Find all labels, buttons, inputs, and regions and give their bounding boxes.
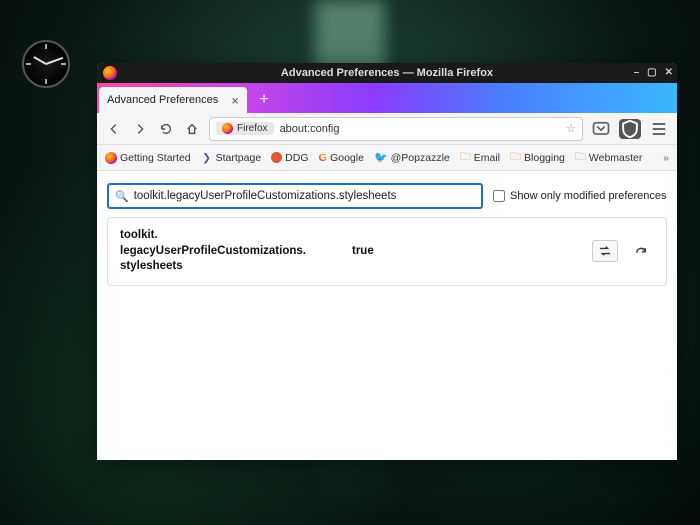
- identity-badge[interactable]: Firefox: [216, 122, 274, 135]
- maximize-button[interactable]: ▢: [647, 68, 656, 78]
- tab-close-icon[interactable]: ×: [231, 93, 239, 108]
- bookmark-webmaster[interactable]: 🗀Webmaster: [575, 148, 643, 167]
- search-icon: 🔍: [115, 190, 129, 203]
- close-button[interactable]: ✕: [665, 68, 673, 78]
- bookmarks-toolbar: Getting Started ❯Startpage DDG GGoogle 🐦…: [97, 145, 677, 171]
- tab-bar: Advanced Preferences × +: [97, 83, 677, 113]
- browser-tab-active[interactable]: Advanced Preferences ×: [99, 87, 247, 113]
- pref-result-row: toolkit. legacyUserProfileCustomizations…: [107, 217, 667, 286]
- bookmark-ddg[interactable]: DDG: [271, 152, 308, 164]
- twitter-icon: 🐦: [374, 151, 388, 164]
- window-titlebar[interactable]: Advanced Preferences — Mozilla Firefox –…: [97, 63, 677, 83]
- show-modified-checkbox[interactable]: [493, 190, 505, 202]
- bookmark-star-icon[interactable]: ☆: [566, 122, 576, 135]
- bookmark-startpage[interactable]: ❯Startpage: [201, 152, 262, 164]
- bookmark-popzazzle[interactable]: 🐦@Popzazzle: [374, 151, 450, 164]
- about-config-content: 🔍 Show only modified preferences toolkit…: [97, 171, 677, 298]
- forward-button[interactable]: [131, 120, 149, 138]
- pref-actions: [592, 240, 654, 262]
- firefox-icon: [222, 123, 233, 134]
- bookmark-getting-started[interactable]: Getting Started: [105, 152, 191, 164]
- toggle-button[interactable]: [592, 240, 618, 262]
- desktop-clock-widget[interactable]: [22, 40, 70, 88]
- home-button[interactable]: [183, 120, 201, 138]
- minimize-button[interactable]: –: [634, 68, 640, 78]
- firefox-logo-icon: [103, 66, 117, 80]
- navigation-toolbar: Firefox about:config ☆: [97, 113, 677, 145]
- bookmark-email[interactable]: 🗀Email: [460, 148, 500, 167]
- pref-search-input[interactable]: [134, 190, 475, 202]
- reload-button[interactable]: [157, 120, 175, 138]
- identity-label: Firefox: [237, 123, 268, 134]
- ddg-icon: [271, 152, 282, 163]
- back-button[interactable]: [105, 120, 123, 138]
- window-controls: – ▢ ✕: [634, 68, 673, 78]
- url-bar[interactable]: Firefox about:config ☆: [209, 117, 583, 141]
- folder-icon: 🗀: [575, 148, 586, 167]
- desktop-wallpaper: Advanced Preferences — Mozilla Firefox –…: [0, 0, 700, 525]
- firefox-window: Advanced Preferences — Mozilla Firefox –…: [97, 63, 677, 460]
- startpage-icon: ❯: [201, 152, 213, 164]
- folder-icon: 🗀: [460, 148, 471, 167]
- pocket-icon[interactable]: [591, 119, 611, 139]
- show-modified-checkbox-label[interactable]: Show only modified preferences: [493, 190, 667, 202]
- tab-label: Advanced Preferences: [107, 94, 218, 106]
- pref-search-box[interactable]: 🔍: [107, 183, 483, 209]
- bookmark-google[interactable]: GGoogle: [319, 152, 364, 164]
- hamburger-menu-icon[interactable]: [649, 119, 669, 139]
- window-title: Advanced Preferences — Mozilla Firefox: [281, 67, 493, 79]
- pref-value: true: [352, 245, 592, 257]
- reset-button[interactable]: [628, 240, 654, 262]
- search-row: 🔍 Show only modified preferences: [107, 183, 667, 209]
- bookmarks-overflow-icon[interactable]: »: [663, 152, 669, 164]
- firefox-icon: [105, 152, 117, 164]
- pref-name: toolkit. legacyUserProfileCustomizations…: [120, 228, 352, 275]
- protection-shield-icon[interactable]: [619, 119, 641, 139]
- show-modified-text: Show only modified preferences: [510, 190, 667, 202]
- google-icon: G: [319, 152, 328, 164]
- new-tab-button[interactable]: +: [253, 89, 275, 111]
- folder-icon: 🗀: [510, 148, 521, 167]
- url-text: about:config: [280, 123, 561, 135]
- bookmark-blogging[interactable]: 🗀Blogging: [510, 148, 565, 167]
